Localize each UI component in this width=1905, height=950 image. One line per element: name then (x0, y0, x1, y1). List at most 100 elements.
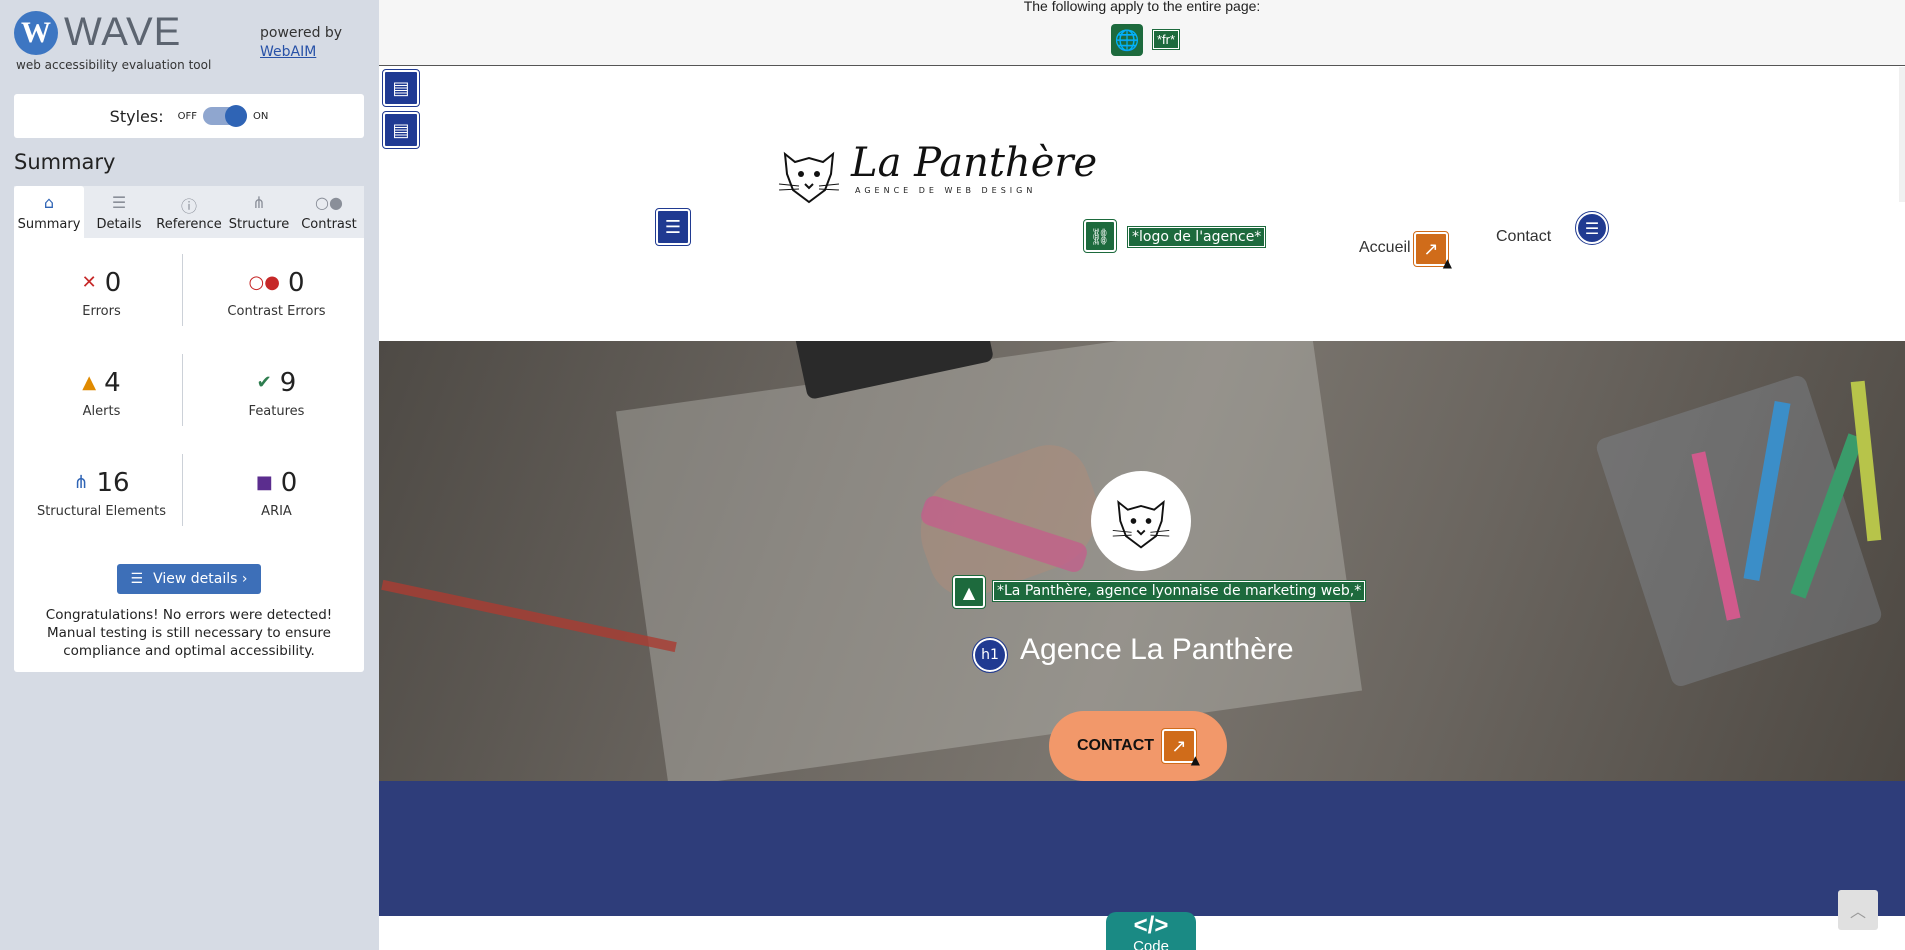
stat-label: Features (248, 403, 305, 419)
site-header (379, 67, 1905, 341)
styles-toggle-box: Styles: OFF ON (14, 94, 364, 138)
styles-label: Styles: (109, 106, 164, 126)
code-toggle-tab[interactable]: </> Code (1106, 912, 1196, 950)
list-icon: ☰ (111, 193, 127, 212)
image-alt-icon[interactable]: ▲ (952, 575, 986, 609)
brand-name: La Panthère (851, 140, 1098, 186)
page-note-text: The following apply to the entire page: (1023, 0, 1261, 14)
stat-divider (182, 254, 183, 326)
stat-label: Errors (82, 303, 121, 319)
blue-section (379, 781, 1905, 916)
contrast-error-icon: ○● (248, 272, 280, 293)
view-details-label: View details › (153, 571, 248, 587)
contact-cta-button[interactable]: CONTACT (1049, 711, 1227, 781)
stat-count: 16 (96, 467, 130, 498)
tab-label: Contrast (301, 217, 357, 232)
stat-features[interactable]: ✔ 9 Features (189, 348, 364, 438)
structure-icon: ⋔ (252, 193, 266, 212)
styles-toggle[interactable] (202, 105, 247, 127)
hero-panther-logo (1091, 471, 1191, 571)
summary-heading: Summary (14, 150, 116, 174)
contrast-icon: ○● (315, 193, 343, 212)
panther-logo-icon (1112, 500, 1170, 549)
page-note-bar: The following apply to the entire page: … (379, 0, 1905, 66)
powered-by-text: powered by (260, 25, 343, 41)
tab-contrast[interactable]: ○● Contrast (294, 186, 364, 238)
warning-icon: ▲ (1442, 256, 1452, 270)
tab-label: Structure (228, 217, 290, 232)
page-scrollbar[interactable] (1899, 67, 1905, 202)
redundant-link-alert-icon[interactable]: ↗ ▲ (1413, 231, 1452, 270)
header-region-icon[interactable]: ▤ (382, 111, 420, 149)
alert-icon: ▲ (82, 372, 97, 393)
site-logo[interactable]: La Panthère AGENCE DE WEB DESIGN (775, 140, 1097, 210)
hero-alt-text: *La Panthère, agence lyonnaise de market… (991, 580, 1367, 602)
feature-check-icon: ✔ (256, 372, 272, 393)
hero-bg-pencil (381, 579, 677, 653)
stat-count: 0 (287, 267, 305, 298)
tab-label: Details (96, 217, 142, 232)
tab-label: Summary (17, 217, 81, 232)
tab-label: Reference (156, 217, 222, 232)
stat-alerts[interactable]: ▲ 4 Alerts (14, 348, 189, 438)
view-details-button[interactable]: ☰ View details › (117, 564, 261, 594)
webaim-link[interactable]: WebAIM (260, 44, 316, 60)
h1-heading-icon[interactable]: h1 (972, 637, 1008, 673)
stat-label: ARIA (261, 503, 292, 519)
congrats-message: Congratulations! No errors were detected… (45, 607, 333, 659)
nav-link-contact[interactable]: Contact (1496, 228, 1551, 246)
wave-logo-mark: W (14, 10, 58, 55)
stat-count: 9 (279, 367, 297, 398)
logo-alt-text: *logo de l'agence* (1126, 226, 1267, 248)
summary-panel: ⌂ Summary ☰ Details ⓘ Reference ⋔ Struct… (14, 186, 364, 672)
toggle-knob (224, 105, 247, 127)
stat-label: Alerts (82, 403, 121, 419)
page-preview: The following apply to the entire page: … (379, 0, 1905, 950)
stat-errors[interactable]: ✕ 0 Errors (14, 248, 189, 338)
globe-language-icon[interactable]: 🌐 (1111, 24, 1143, 56)
tab-reference[interactable]: ⓘ Reference (154, 186, 224, 238)
panel-tabs: ⌂ Summary ☰ Details ⓘ Reference ⋔ Struct… (14, 186, 364, 238)
warning-icon: ▲ (1190, 753, 1200, 767)
wave-tagline: web accessibility evaluation tool (16, 58, 212, 72)
stats-grid: ✕ 0 Errors ○● 0 Contrast Errors ▲ 4 Alerts … (14, 248, 364, 548)
linked-image-icon[interactable]: ⛓ (1083, 219, 1117, 253)
tab-details[interactable]: ☰ Details (84, 186, 154, 238)
hero-bg-jar (1594, 373, 1884, 689)
list-icon: ☰ (130, 571, 144, 587)
stat-count: 0 (104, 267, 122, 298)
brand-subtitle: AGENCE DE WEB DESIGN (855, 186, 1037, 195)
stat-structural-elements[interactable]: ⋔ 16 Structural Elements (14, 448, 189, 538)
redundant-link-alert-icon[interactable]: ↗ ▲ (1161, 728, 1200, 767)
aria-icon: ■ (255, 472, 273, 493)
panther-logo-icon (778, 151, 840, 204)
scroll-to-top-button[interactable]: ︿ (1838, 890, 1878, 930)
structure-icon: ⋔ (73, 472, 89, 493)
hero-banner: ▲ *La Panthère, agence lyonnaise de mark… (379, 341, 1905, 781)
language-tag: *fr* (1151, 29, 1181, 50)
wave-sidebar: W WAVE web accessibility evaluation tool… (0, 0, 379, 950)
error-icon: ✕ (81, 272, 97, 293)
styles-off-label: OFF (177, 110, 197, 122)
tab-structure[interactable]: ⋔ Structure (224, 186, 294, 238)
home-icon: ⌂ (43, 193, 55, 212)
header-region-icon[interactable]: ▤ (382, 69, 420, 107)
stat-divider (182, 454, 183, 526)
stat-label: Structural Elements (36, 503, 167, 519)
stat-aria[interactable]: ■ 0 ARIA (189, 448, 364, 538)
stat-contrast-errors[interactable]: ○● 0 Contrast Errors (189, 248, 364, 338)
navigation-region-icon[interactable]: ☰ (655, 208, 691, 246)
stat-label: Contrast Errors (227, 303, 326, 319)
hero-title: Agence La Panthère (1020, 633, 1294, 666)
stat-count: 4 (104, 367, 121, 398)
unordered-list-icon[interactable]: ☰ (1575, 211, 1609, 245)
wave-logo-word: WAVE (64, 10, 182, 54)
tab-summary[interactable]: ⌂ Summary (14, 186, 84, 238)
info-icon: ⓘ (180, 197, 197, 216)
nav-link-accueil[interactable]: Accueil (1359, 239, 1411, 257)
code-tab-label: Code (1133, 938, 1169, 950)
styles-on-label: ON (252, 110, 269, 122)
code-brackets-icon: </> (1133, 912, 1169, 939)
powered-by: powered by WebAIM (260, 24, 342, 62)
wave-logo: W WAVE (14, 10, 181, 55)
